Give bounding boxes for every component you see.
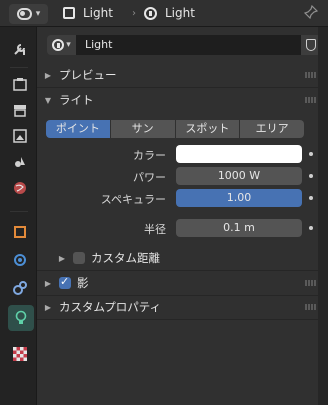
object-data-light-icon[interactable] [8, 305, 34, 331]
light-type-spot[interactable]: スポット [175, 120, 241, 138]
panel-preview-title: プレビュー [59, 68, 117, 82]
expand-arrow-icon: ▶ [44, 278, 51, 288]
color-property: カラー [37, 145, 319, 163]
texture-icon[interactable] [9, 343, 31, 365]
specular-slider[interactable]: 1.00 [176, 189, 302, 207]
drag-handle-icon[interactable] [305, 304, 317, 310]
shield-icon [306, 39, 316, 51]
expand-arrow-icon: ▶ [44, 302, 51, 312]
breadcrumb: Light [63, 6, 113, 20]
radius-field[interactable]: 0.1 m [176, 219, 302, 237]
scene-icon[interactable] [9, 151, 31, 173]
panel-custom-props-title: カスタムプロパティ [59, 300, 162, 314]
shadow-checkbox[interactable] [59, 275, 71, 289]
tool-icon[interactable] [9, 38, 31, 60]
breadcrumb: › Light [132, 6, 195, 20]
subpanel-custom-distance-header[interactable]: ▶ カスタム距離 [37, 246, 319, 270]
chevron-down-icon: ▾ [35, 9, 41, 19]
custom-distance-checkbox[interactable] [73, 252, 85, 264]
properties-header: ▾ Light › Light [0, 0, 328, 27]
properties-editor-icon [16, 8, 32, 20]
keyframe-dot-icon[interactable] [309, 226, 313, 230]
drag-handle-icon[interactable] [305, 97, 317, 103]
expand-arrow-icon: ▶ [58, 253, 65, 263]
specular-property: スペキュラー 1.00 [37, 189, 319, 207]
keyframe-dot-icon[interactable] [309, 196, 313, 200]
constraints-icon[interactable] [9, 277, 31, 299]
breadcrumb-data[interactable]: Light [165, 6, 195, 20]
collapse-arrow-icon: ▼ [44, 95, 51, 105]
panel-shadow-title: 影 [77, 276, 89, 290]
radius-label: 半径 [144, 223, 166, 236]
panel-preview-header[interactable]: ▶ プレビュー [37, 63, 319, 87]
expand-arrow-icon: ▶ [44, 70, 51, 80]
power-property: パワー 1000 W [37, 167, 319, 185]
color-label: カラー [133, 149, 166, 162]
light-name-field[interactable]: Light [76, 35, 301, 55]
light-type-area[interactable]: エリア [240, 120, 304, 138]
keyframe-dot-icon[interactable] [309, 174, 313, 178]
chevron-right-icon: › [132, 7, 136, 19]
world-icon[interactable] [9, 177, 31, 199]
object-icon[interactable] [9, 221, 31, 243]
properties-main-panel: ▾ Light ▶ プレビュー ▼ ライト ポイント サン スポット エリア カ… [36, 27, 321, 405]
editor-type-menu[interactable]: ▾ [9, 4, 48, 24]
power-label: パワー [133, 171, 166, 184]
panel-shadow-header[interactable]: ▶ 影 [37, 271, 319, 295]
browse-light-button[interactable]: ▾ [47, 35, 76, 55]
breadcrumb-object[interactable]: Light [83, 6, 113, 20]
custom-distance-title: カスタム距離 [91, 251, 160, 265]
power-field[interactable]: 1000 W [176, 167, 302, 185]
panel-custom-props-header[interactable]: ▶ カスタムプロパティ [37, 295, 319, 319]
chevron-down-icon: ▾ [66, 40, 71, 50]
light-datablock-selector: ▾ Light [47, 35, 323, 55]
keyframe-dot-icon[interactable] [309, 152, 313, 156]
properties-tab-bar [0, 27, 36, 405]
view-layer-icon[interactable] [9, 125, 31, 147]
light-type-point[interactable]: ポイント [46, 120, 111, 138]
light-bulb-icon [52, 39, 65, 51]
render-icon[interactable] [9, 73, 31, 95]
pin-icon[interactable] [303, 4, 319, 23]
light-type-sun[interactable]: サン [110, 120, 176, 138]
drag-handle-icon[interactable] [305, 280, 317, 286]
panel-light-title: ライト [59, 93, 94, 107]
physics-icon[interactable] [9, 249, 31, 271]
object-icon [63, 7, 75, 19]
color-swatch[interactable] [176, 145, 302, 163]
light-type-selector: ポイント サン スポット エリア [46, 120, 304, 138]
drag-handle-icon[interactable] [305, 72, 317, 78]
panel-light-header[interactable]: ▼ ライト [37, 88, 319, 112]
scroll-region[interactable] [318, 27, 328, 405]
light-bulb-icon [144, 6, 157, 20]
radius-property: 半径 0.1 m [37, 219, 319, 237]
output-icon[interactable] [9, 99, 31, 121]
specular-label: スペキュラー [100, 193, 166, 206]
